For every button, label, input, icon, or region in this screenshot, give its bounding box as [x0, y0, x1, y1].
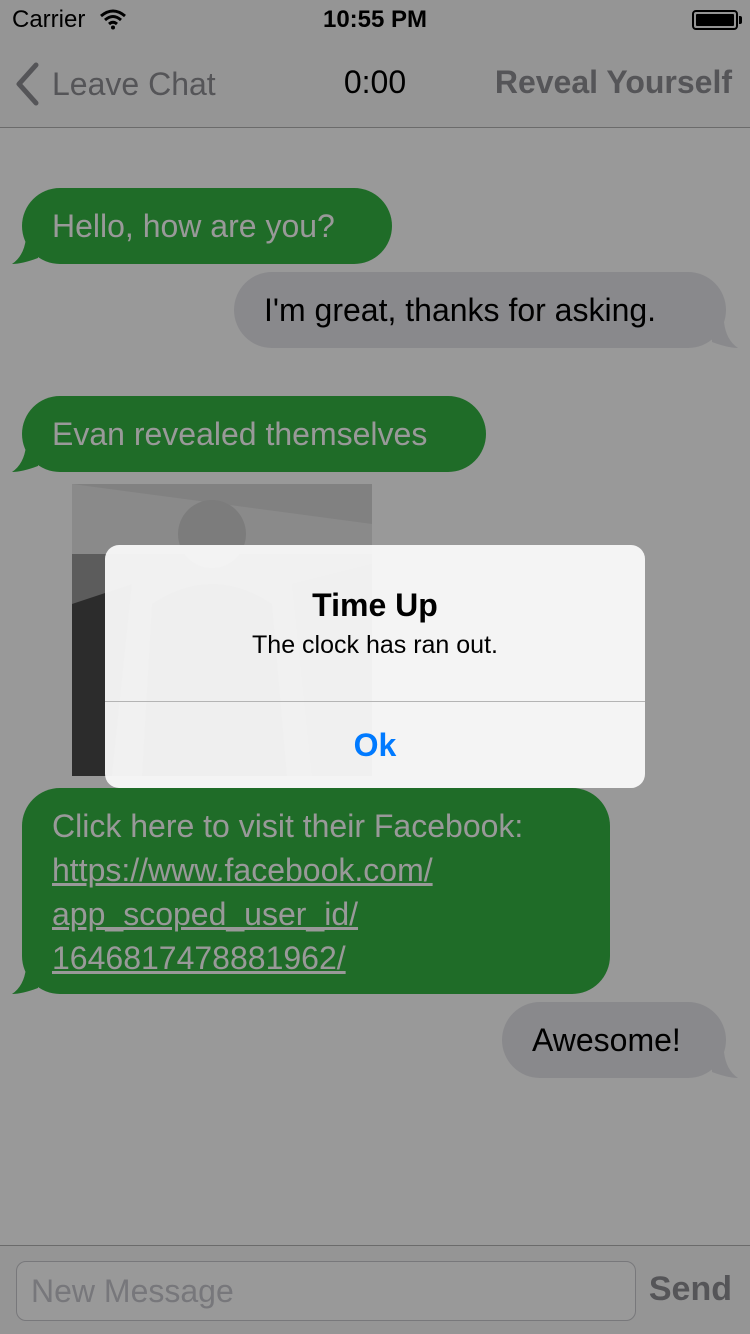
- alert-message: The clock has ran out.: [252, 631, 498, 659]
- alert-title: Time Up: [312, 587, 438, 623]
- alert-ok-button[interactable]: Ok: [105, 702, 645, 788]
- time-up-alert: Time Up The clock has ran out. Ok: [105, 545, 645, 788]
